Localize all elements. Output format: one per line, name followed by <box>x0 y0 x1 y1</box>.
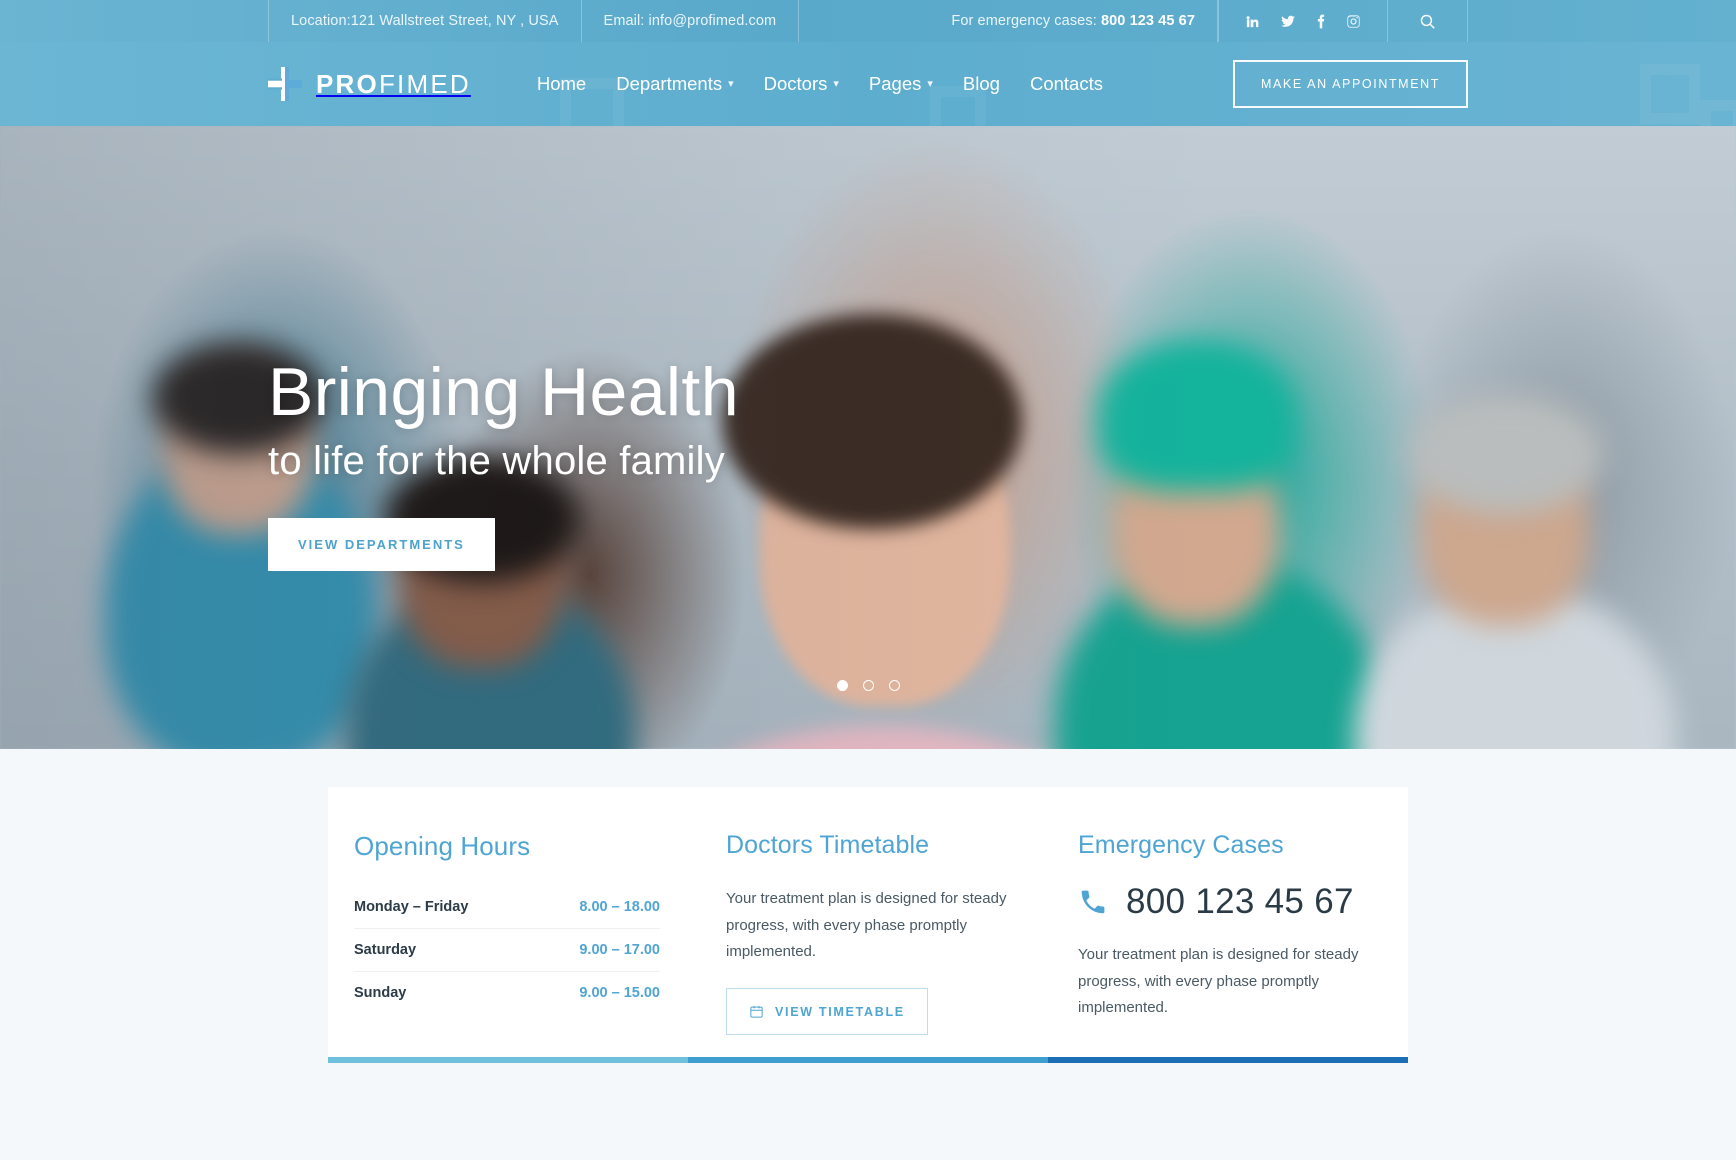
nav-label-blog: Blog <box>962 73 1000 94</box>
linkedin-icon[interactable] <box>1245 14 1260 29</box>
nav-item-contacts[interactable]: Contacts <box>1030 42 1103 126</box>
info-section: Opening Hours Monday – Friday 8.00 – 18.… <box>0 749 1736 1160</box>
doctors-timetable-title: Doctors Timetable <box>726 831 930 859</box>
accent-bar-mid <box>688 1057 1048 1063</box>
nav-item-pages[interactable]: Pages ▾ <box>869 42 933 126</box>
nav-item-departments[interactable]: Departments ▾ <box>616 42 733 126</box>
search-icon <box>1420 14 1435 29</box>
info-card: Opening Hours Monday – Friday 8.00 – 18.… <box>328 787 1408 1057</box>
emergency-phone-value: 800 123 45 67 <box>1126 882 1354 921</box>
slider-dot-3[interactable] <box>888 680 900 691</box>
table-row: Monday – Friday 8.00 – 18.00 <box>354 886 660 929</box>
opening-hours-column: Opening Hours Monday – Friday 8.00 – 18.… <box>328 831 704 1057</box>
phone-icon <box>1078 887 1108 917</box>
hero-headline: Bringing Health <box>268 354 739 430</box>
opening-hours-title: Opening Hours <box>354 831 531 861</box>
accent-bar-light <box>328 1057 688 1063</box>
nav-item-blog[interactable]: Blog <box>963 42 1000 126</box>
make-appointment-button[interactable]: MAKE AN APPOINTMENT <box>1232 60 1468 108</box>
nav-label-doctors: Doctors <box>763 73 828 94</box>
hours-day: Saturday <box>354 942 417 958</box>
nav-label-departments: Departments <box>616 73 723 94</box>
location-text: Location:121 Wallstreet Street, NY , USA <box>268 0 582 42</box>
doctors-timetable-text: Your treatment plan is designed for stea… <box>726 890 1007 961</box>
facebook-icon[interactable] <box>1316 14 1326 29</box>
site-header: PROFIMED Home Departments ▾ Doctors ▾ Pa… <box>0 42 1736 126</box>
hero-subheadline: to life for the whole family <box>268 439 725 484</box>
hours-time: 9.00 – 17.00 <box>579 942 660 958</box>
chevron-down-icon: ▾ <box>927 77 933 90</box>
emergency-cases-title: Emergency Cases <box>1078 831 1284 859</box>
table-row: Sunday 9.00 – 15.00 <box>354 972 660 1014</box>
brand-light: FIMED <box>378 68 471 99</box>
social-links <box>1218 0 1388 42</box>
nav-label-pages: Pages <box>868 73 922 94</box>
chevron-down-icon: ▾ <box>833 77 839 90</box>
brand-bold: PRO <box>316 68 379 99</box>
table-row: Saturday 9.00 – 17.00 <box>354 929 660 972</box>
emergency-cases-text: Your treatment plan is designed for stea… <box>1078 946 1359 1017</box>
emergency-phone-block: For emergency cases: 800 123 45 67 <box>929 0 1218 42</box>
search-button[interactable] <box>1388 0 1468 42</box>
medical-cross-icon <box>268 67 302 101</box>
hero-slider: Bringing Health to life for the whole fa… <box>0 126 1736 749</box>
view-departments-button[interactable]: VIEW DEPARTMENTS <box>268 518 495 572</box>
slider-dot-1[interactable] <box>836 680 848 691</box>
email-text: Email: info@profimed.com <box>582 0 800 42</box>
main-navigation: Home Departments ▾ Doctors ▾ Pages ▾ Blo… <box>537 42 1103 126</box>
emergency-label: For emergency cases: <box>951 13 1097 29</box>
hours-time: 8.00 – 18.00 <box>579 899 660 915</box>
accent-bar-dark <box>1048 1057 1408 1063</box>
hours-time: 9.00 – 15.00 <box>579 985 660 1001</box>
accent-bars <box>328 1057 1408 1063</box>
view-timetable-label: VIEW TIMETABLE <box>775 1004 905 1019</box>
calendar-icon <box>750 1005 763 1018</box>
brand-wordmark: PROFIMED <box>316 69 471 100</box>
hours-day: Monday – Friday <box>354 899 469 915</box>
nav-label-contacts: Contacts <box>1029 73 1103 94</box>
twitter-icon[interactable] <box>1280 14 1296 29</box>
view-timetable-button[interactable]: VIEW TIMETABLE <box>726 988 928 1036</box>
watermark-square-3 <box>1640 64 1700 124</box>
instagram-icon[interactable] <box>1346 14 1361 29</box>
nav-label-home: Home <box>536 73 587 94</box>
slider-dot-2[interactable] <box>862 680 874 691</box>
nav-item-home[interactable]: Home <box>537 42 586 126</box>
emergency-phone-number: 800 123 45 67 <box>1100 13 1195 29</box>
chevron-down-icon: ▾ <box>728 77 734 90</box>
nav-item-doctors[interactable]: Doctors ▾ <box>764 42 839 126</box>
slider-pagination <box>0 680 1736 691</box>
hours-day: Sunday <box>354 985 407 1001</box>
emergency-cases-column: Emergency Cases 800 123 45 67 Your treat… <box>1056 831 1408 1057</box>
site-logo[interactable]: PROFIMED <box>268 67 471 101</box>
watermark-square-4 <box>1700 100 1736 126</box>
page-root: Location:121 Wallstreet Street, NY , USA… <box>0 0 1736 1160</box>
emergency-phone-line: 800 123 45 67 <box>1078 882 1378 922</box>
doctors-timetable-column: Doctors Timetable Your treatment plan is… <box>704 831 1056 1057</box>
top-utility-bar: Location:121 Wallstreet Street, NY , USA… <box>0 0 1736 42</box>
